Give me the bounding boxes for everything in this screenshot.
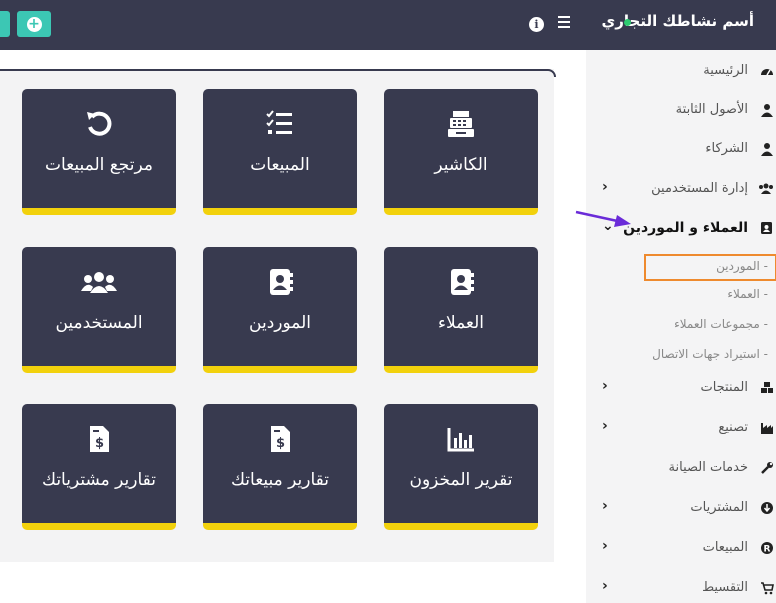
sidebar-header: أسم نشاطك التجاري [586, 0, 776, 50]
topbar-edge-button[interactable] [0, 11, 10, 37]
file-invoice-dollar-icon: $ [22, 424, 176, 454]
address-book-icon [203, 267, 357, 297]
add-button[interactable]: + [17, 11, 51, 37]
sidebar-subitem-import-contacts[interactable]: - استيراد جهات الاتصال [586, 344, 776, 366]
sidebar-item-home[interactable]: الرئيسية [586, 58, 776, 86]
tile-label: تقارير مشترياتك [42, 470, 156, 490]
registered-icon: R [760, 541, 774, 555]
tile-users[interactable]: المستخدمين [22, 247, 176, 373]
sidebar-item-label: المشتريات [690, 500, 748, 515]
sidebar-item-products[interactable]: المنتجات ‹ [586, 375, 776, 403]
sidebar: أسم نشاطك التجاري الرئيسية الأصول الثابت… [586, 0, 776, 603]
sidebar-item-fixed-assets[interactable]: الأصول الثابتة [586, 97, 776, 125]
sidebar-item-label: إدارة المستخدمين [651, 181, 748, 196]
chevron-left-icon: ‹ [602, 498, 608, 514]
sidebar-item-maintenance[interactable]: خدمات الصيانة [586, 455, 776, 483]
annotation-arrow-icon [575, 210, 631, 227]
chevron-left-icon: ‹ [602, 179, 608, 195]
sidebar-item-label: العملاء و الموردين [623, 220, 748, 236]
tile-label: مرتجع المبيعات [44, 155, 154, 175]
tile-inventory-report[interactable]: تقرير المخزون [384, 404, 538, 530]
tile-suppliers[interactable]: الموردين [203, 247, 357, 373]
svg-text:$: $ [276, 436, 285, 451]
sidebar-item-label: خدمات الصيانة [668, 460, 748, 475]
address-book-icon [760, 221, 774, 235]
address-book-icon [384, 267, 538, 297]
sidebar-item-label: الأصول الثابتة [675, 102, 748, 117]
undo-icon [22, 109, 176, 139]
tile-label: تقرير المخزون [409, 470, 513, 490]
download-circle-icon [760, 501, 774, 515]
tile-sales[interactable]: المبيعات [203, 89, 357, 215]
chevron-left-icon: ‹ [602, 418, 608, 434]
sidebar-item-label: الشركاء [705, 141, 748, 156]
users-icon [22, 267, 176, 297]
sidebar-item-label: المبيعات [702, 540, 748, 555]
chevron-left-icon: ‹ [602, 378, 608, 394]
sidebar-subitem-label: - مجموعات العملاء [674, 317, 768, 331]
industry-icon [760, 421, 774, 435]
cart-plus-icon [760, 581, 774, 595]
sidebar-item-label: المنتجات [700, 380, 748, 395]
chevron-left-icon: ‹ [602, 538, 608, 554]
tasks-icon [203, 109, 357, 139]
sidebar-item-user-management[interactable]: إدارة المستخدمين ‹ [586, 176, 776, 204]
dashboard-icon [760, 64, 774, 78]
hamburger-icon[interactable] [558, 16, 570, 28]
svg-text:R: R [764, 545, 771, 555]
tile-label: الموردين [249, 313, 311, 333]
tile-label: المبيعات [250, 155, 310, 175]
sidebar-item-manufacturing[interactable]: تصنيع ‹ [586, 415, 776, 443]
tile-purchase-reports[interactable]: $ تقارير مشترياتك [22, 404, 176, 530]
wrench-icon [760, 461, 774, 475]
sidebar-item-sales[interactable]: R المبيعات ‹ [586, 535, 776, 563]
tile-label: الكاشير [434, 155, 488, 175]
tile-label: المستخدمين [55, 313, 143, 333]
file-invoice-dollar-icon: $ [203, 424, 357, 454]
user-icon [760, 142, 774, 156]
sidebar-item-partners[interactable]: الشركاء [586, 136, 776, 164]
sidebar-subitem-label: - العملاء [727, 287, 768, 301]
highlight-box [644, 254, 776, 281]
chart-bar-icon [384, 424, 538, 454]
tile-sales-returns[interactable]: مرتجع المبيعات [22, 89, 176, 215]
cubes-icon [760, 381, 774, 395]
sidebar-subitem-label: - استيراد جهات الاتصال [652, 347, 768, 361]
tile-sales-reports[interactable]: $ تقارير مبيعاتك [203, 404, 357, 530]
tile-label: تقارير مبيعاتك [230, 470, 330, 490]
panel-border [0, 69, 556, 77]
users-icon [759, 182, 774, 196]
sidebar-subitem-customer-groups[interactable]: - مجموعات العملاء [586, 314, 776, 336]
sidebar-item-label: الرئيسية [703, 63, 748, 78]
chevron-left-icon: ‹ [602, 578, 608, 594]
sidebar-item-label: تصنيع [718, 420, 748, 435]
plus-circle-icon: + [26, 15, 42, 32]
user-icon [760, 103, 774, 117]
sidebar-item-installments[interactable]: التقسيط ‹ [586, 575, 776, 603]
sidebar-item-purchases[interactable]: المشتريات ‹ [586, 495, 776, 523]
sidebar-subitem-customers[interactable]: - العملاء [586, 284, 776, 306]
info-icon[interactable]: i [529, 17, 544, 32]
svg-text:$: $ [95, 436, 104, 451]
online-status-dot [624, 19, 631, 26]
top-bar: + i [0, 0, 586, 50]
sidebar-item-label: التقسيط [702, 580, 748, 595]
tile-label: العملاء [437, 313, 485, 333]
tile-customers[interactable]: العملاء [384, 247, 538, 373]
tile-cashier[interactable]: الكاشير [384, 89, 538, 215]
cash-register-icon [384, 109, 538, 139]
